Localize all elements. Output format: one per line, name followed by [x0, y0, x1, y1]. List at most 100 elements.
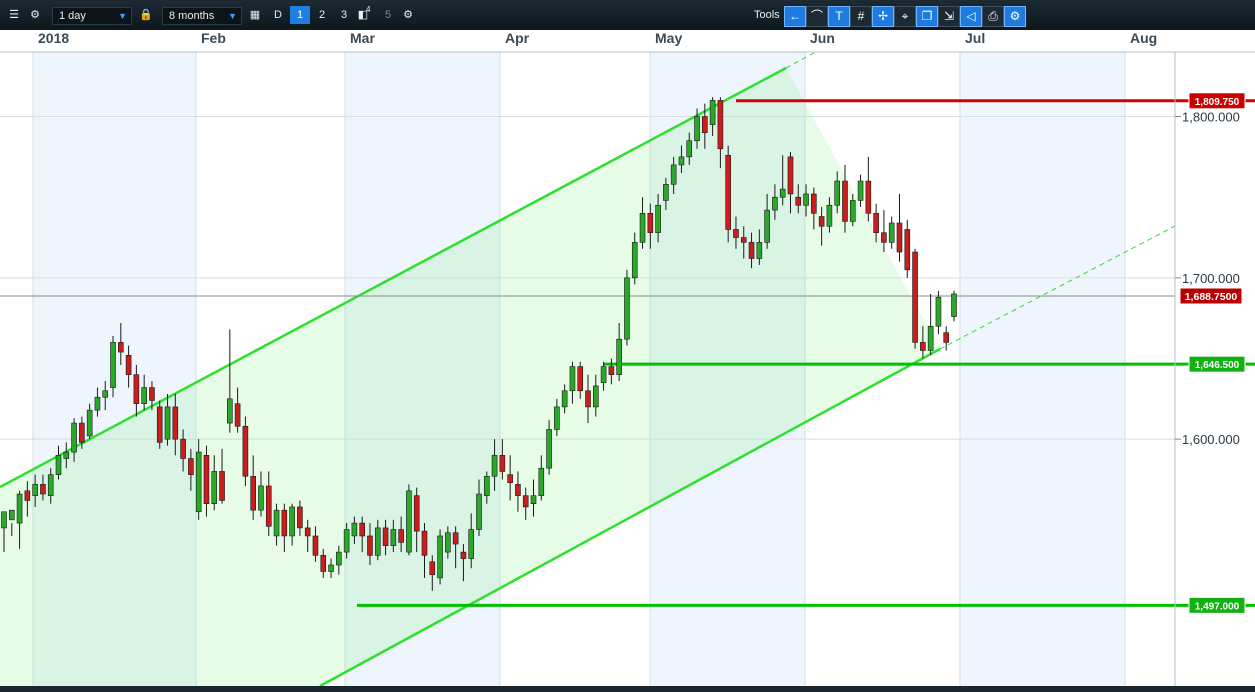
- candle-body: [188, 458, 194, 475]
- candle-body: [951, 293, 957, 317]
- candle-body: [343, 529, 350, 553]
- candle-body: [803, 193, 809, 206]
- candle-body: [663, 183, 669, 201]
- candle-body: [569, 366, 576, 392]
- candle-body: [429, 561, 436, 575]
- candle-body: [8, 509, 15, 521]
- candle-body: [71, 422, 77, 453]
- candle-body: [367, 535, 373, 556]
- candle-body: [47, 474, 54, 496]
- layers-tool-icon[interactable]: ❐: [916, 6, 938, 27]
- print-icon[interactable]: ⎙: [982, 6, 1004, 27]
- candle-body: [515, 484, 521, 496]
- candle-body: [694, 116, 700, 142]
- candle-body: [40, 484, 46, 495]
- candle-body: [904, 229, 911, 271]
- candle-body: [320, 555, 327, 572]
- interval-select[interactable]: 1 day ▼: [52, 7, 132, 25]
- candle-body: [787, 156, 794, 195]
- candle-body: [32, 484, 38, 496]
- candle-body: [507, 474, 513, 484]
- x-tick-label: Aug: [1130, 30, 1157, 46]
- period-1[interactable]: 1: [290, 6, 310, 24]
- crosshair-tool-icon[interactable]: ✢: [872, 6, 894, 27]
- lock-icon[interactable]: 🔒: [137, 6, 155, 24]
- curve-tool-icon[interactable]: ⌒: [806, 6, 828, 27]
- candle-body: [779, 188, 786, 198]
- candle-body: [538, 467, 545, 496]
- x-tick-label: May: [655, 30, 682, 46]
- chevron-down-icon: ▼: [118, 11, 127, 21]
- level-price-tag-text: 1,809.750: [1195, 97, 1240, 108]
- candle-body: [530, 495, 537, 505]
- candle-body: [483, 475, 490, 496]
- price-chart[interactable]: 2018 Feb Mar Apr May Jun Jul Aug 1,800.000 1,700…: [0, 0, 1255, 692]
- candle-body: [133, 374, 140, 404]
- candle-body: [351, 522, 358, 537]
- tools-label: Tools: [754, 9, 780, 21]
- candle-body: [390, 529, 397, 546]
- label-tool-icon[interactable]: ◁: [960, 6, 982, 27]
- period-3[interactable]: 3: [334, 6, 354, 24]
- candle-body: [546, 429, 552, 469]
- candle-body: [24, 490, 31, 501]
- candle-body: [818, 216, 825, 227]
- candle-body: [211, 471, 218, 505]
- candle-body: [561, 390, 568, 408]
- candle-body: [842, 180, 848, 222]
- candle-body: [94, 396, 101, 411]
- candle-body: [670, 164, 677, 185]
- candle-body: [250, 475, 256, 511]
- candle-body: [577, 366, 584, 392]
- candle-body: [811, 193, 817, 214]
- candle-body: [328, 564, 334, 572]
- candle-body: [258, 485, 264, 511]
- candle-body: [834, 180, 840, 206]
- back-arrow-icon[interactable]: ←: [784, 6, 806, 27]
- candle-body: [468, 529, 475, 559]
- candle-body: [655, 204, 661, 233]
- candle-body: [624, 277, 630, 340]
- period-2[interactable]: 2: [312, 6, 332, 24]
- x-tick-label: Mar: [350, 30, 375, 46]
- candle-body: [748, 242, 755, 259]
- candle-body: [460, 551, 467, 559]
- candle-body: [912, 251, 918, 343]
- marker-tool-icon[interactable]: ⌖: [894, 6, 916, 27]
- candle-body: [865, 180, 872, 214]
- candle-body: [413, 495, 420, 532]
- candle-body: [102, 390, 109, 398]
- grid-tool-icon[interactable]: #: [850, 6, 872, 27]
- candle-body: [740, 237, 747, 243]
- candle-body: [125, 354, 132, 375]
- settings-icon[interactable]: ⚙: [399, 6, 417, 24]
- current-price-tag-text: 1,688.7500: [1185, 291, 1238, 303]
- candle-body: [118, 342, 124, 353]
- scale-tool-icon[interactable]: ⇲: [938, 6, 960, 27]
- candle-body: [717, 100, 724, 150]
- month-band: [960, 52, 1125, 686]
- text-tool-icon[interactable]: T: [828, 6, 850, 27]
- chevron-down-icon: ▼: [228, 11, 237, 21]
- candle-body: [227, 398, 233, 424]
- calendar-icon[interactable]: ▦: [246, 6, 264, 24]
- candle-body: [616, 338, 622, 375]
- candle-body: [896, 222, 903, 253]
- candle-body: [476, 493, 482, 530]
- candle-body: [141, 387, 147, 404]
- tools-settings-icon[interactable]: ⚙: [1004, 6, 1026, 27]
- candle-body: [382, 527, 389, 546]
- range-select[interactable]: 8 months ▼: [162, 7, 242, 25]
- period-d[interactable]: D: [268, 6, 288, 24]
- candle-body: [702, 116, 708, 133]
- candle-body: [927, 325, 934, 351]
- candle-body: [297, 506, 303, 529]
- gear-icon[interactable]: ⚙: [26, 6, 44, 24]
- candle-body: [452, 532, 459, 545]
- menu-icon[interactable]: ☰: [5, 6, 23, 24]
- period-5[interactable]: 5: [378, 6, 398, 24]
- candle-body: [600, 366, 607, 384]
- candle-body: [593, 385, 599, 408]
- level-price-tag-text: 1,497.000: [1195, 601, 1240, 612]
- candle-body: [16, 493, 23, 524]
